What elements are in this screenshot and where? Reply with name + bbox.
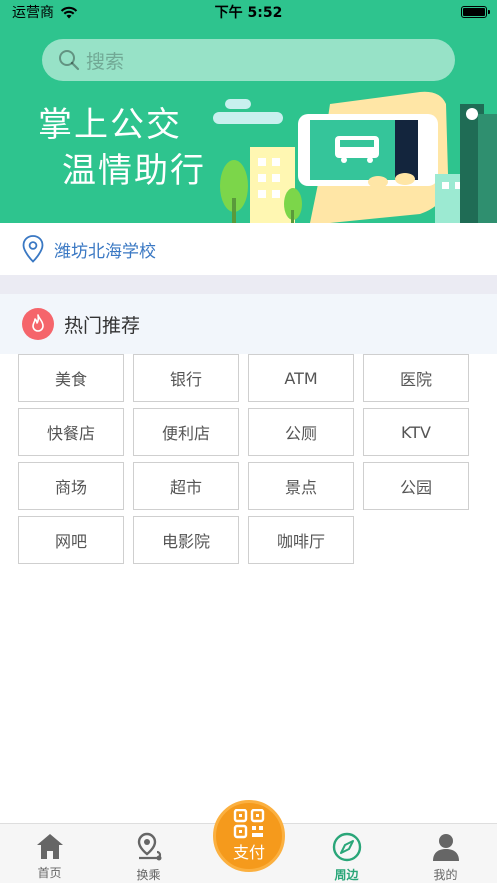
tab-home[interactable]: 首页: [0, 824, 99, 884]
category-supermarket[interactable]: 超市: [133, 462, 239, 510]
category-hospital[interactable]: 医院: [363, 354, 469, 402]
category-convenience-store[interactable]: 便利店: [133, 408, 239, 456]
battery-icon: [461, 6, 490, 18]
user-icon: [432, 834, 459, 861]
search-icon: [59, 50, 80, 71]
pay-label: 支付: [232, 843, 265, 862]
fire-icon: [22, 308, 54, 340]
category-ktv[interactable]: KTV: [363, 408, 469, 456]
tab-mine[interactable]: 我的: [396, 824, 495, 884]
tab-transfer-label: 换乘: [136, 868, 161, 882]
compass-icon: [332, 832, 361, 862]
qr-code-icon: [233, 809, 265, 839]
hot-section-title: 热门推荐: [64, 314, 141, 337]
pay-button[interactable]: 支付: [213, 800, 285, 872]
tab-nearby[interactable]: 周边: [297, 824, 396, 884]
banner-slogan-line1: 掌上公交: [38, 105, 182, 145]
clock: 下午 5:52: [214, 5, 283, 21]
home-icon: [36, 834, 63, 859]
category-food[interactable]: 美食: [18, 354, 124, 402]
route-pin-icon: [137, 832, 161, 861]
category-fast-food[interactable]: 快餐店: [18, 408, 124, 456]
category-park[interactable]: 公园: [363, 462, 469, 510]
search-placeholder: 搜索: [86, 50, 125, 73]
category-public-toilet[interactable]: 公厕: [248, 408, 354, 456]
search-input[interactable]: 搜索: [42, 39, 455, 81]
current-location[interactable]: 潍坊北海学校: [0, 223, 497, 275]
category-scenic-spot[interactable]: 景点: [248, 462, 354, 510]
tab-nearby-label: 周边: [334, 868, 359, 882]
category-mall[interactable]: 商场: [18, 462, 124, 510]
banner-slogan-line2: 温情助行: [62, 151, 206, 191]
tab-home-label: 首页: [37, 866, 62, 880]
tab-transfer[interactable]: 换乘: [99, 824, 198, 884]
category-cinema[interactable]: 电影院: [133, 516, 239, 564]
status-bar: 运营商 下午 5:52: [0, 0, 497, 24]
location-name: 潍坊北海学校: [54, 241, 156, 262]
hot-section-header: 热门推荐: [0, 294, 497, 354]
category-coffee-shop[interactable]: 咖啡厅: [248, 516, 354, 564]
banner: 搜索 掌上公交 温情助行: [0, 24, 497, 223]
hot-category-grid: 美食 银行 ATM 医院 快餐店 便利店 公厕 KTV 商场 超市 景点 公园 …: [18, 354, 478, 564]
tab-mine-label: 我的: [433, 868, 458, 882]
category-atm[interactable]: ATM: [248, 354, 354, 402]
category-bank[interactable]: 银行: [133, 354, 239, 402]
category-internet-cafe[interactable]: 网吧: [18, 516, 124, 564]
location-pin-icon: [22, 235, 44, 263]
section-divider: [0, 275, 497, 294]
